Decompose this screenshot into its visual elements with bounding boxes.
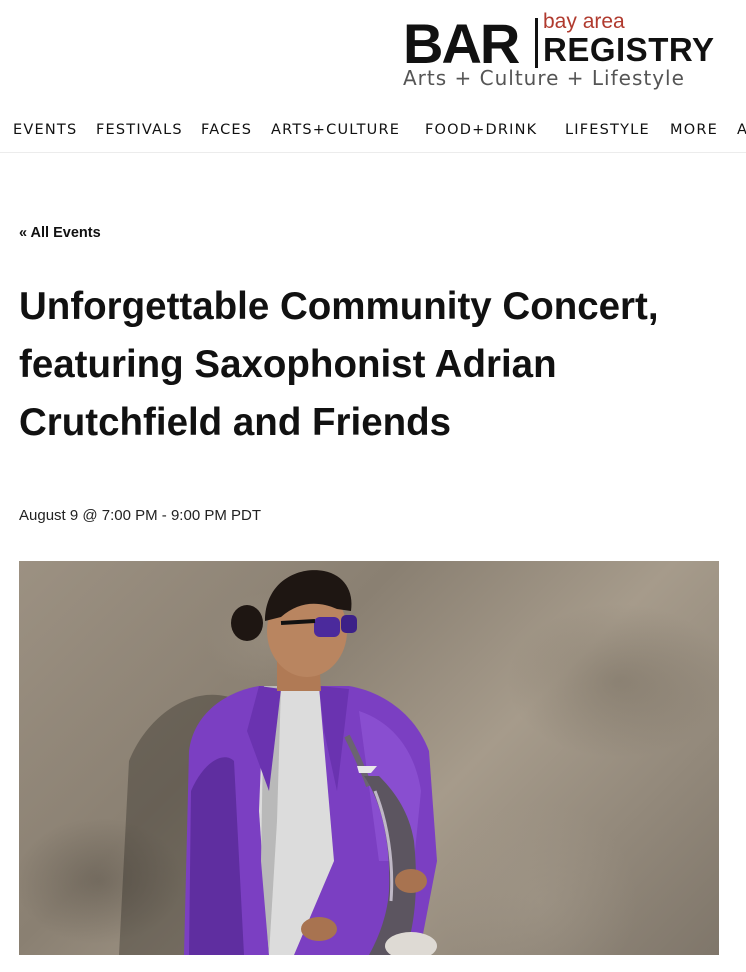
nav-item-faces[interactable]: FACES bbox=[201, 122, 252, 138]
nav-item-more[interactable]: MORE bbox=[670, 122, 718, 138]
hand-lower bbox=[301, 917, 337, 941]
event-title: Unforgettable Community Concert, featuri… bbox=[19, 285, 659, 444]
nav-item-arts-culture[interactable]: ARTS+CULTURE bbox=[271, 122, 400, 138]
saxophonist-illustration bbox=[119, 570, 437, 955]
page: BAR bay area REGISTRY Arts + Culture + L… bbox=[0, 0, 746, 972]
nav-item-food-drink[interactable]: FOOD+DRINK bbox=[425, 122, 537, 138]
all-events-link[interactable]: « All Events bbox=[19, 225, 101, 241]
nav-item-truncated[interactable]: A bbox=[737, 122, 746, 138]
main-nav: EVENTS FESTIVALS FACES ARTS+CULTURE FOOD… bbox=[0, 112, 746, 153]
sunglasses-lens-right bbox=[341, 615, 357, 633]
logo-registry-text: REGISTRY bbox=[543, 31, 715, 68]
logo-bar-text: BAR bbox=[403, 12, 520, 75]
nav-item-lifestyle[interactable]: LIFESTYLE bbox=[565, 122, 650, 138]
nav-item-festivals[interactable]: FESTIVALS bbox=[96, 122, 183, 138]
sunglasses-lens-left bbox=[314, 617, 340, 637]
event-photo bbox=[19, 561, 719, 955]
hand-upper bbox=[395, 869, 427, 893]
sunglasses-frame bbox=[280, 619, 316, 625]
site-logo[interactable]: BAR bay area REGISTRY Arts + Culture + L… bbox=[403, 10, 723, 96]
logo-divider bbox=[535, 18, 538, 68]
logo-tagline: Arts + Culture + Lifestyle bbox=[403, 66, 685, 90]
hair-bun bbox=[231, 605, 263, 641]
nav-item-events[interactable]: EVENTS bbox=[13, 122, 77, 138]
event-datetime: August 9 @ 7:00 PM - 9:00 PM PDT bbox=[19, 507, 261, 524]
